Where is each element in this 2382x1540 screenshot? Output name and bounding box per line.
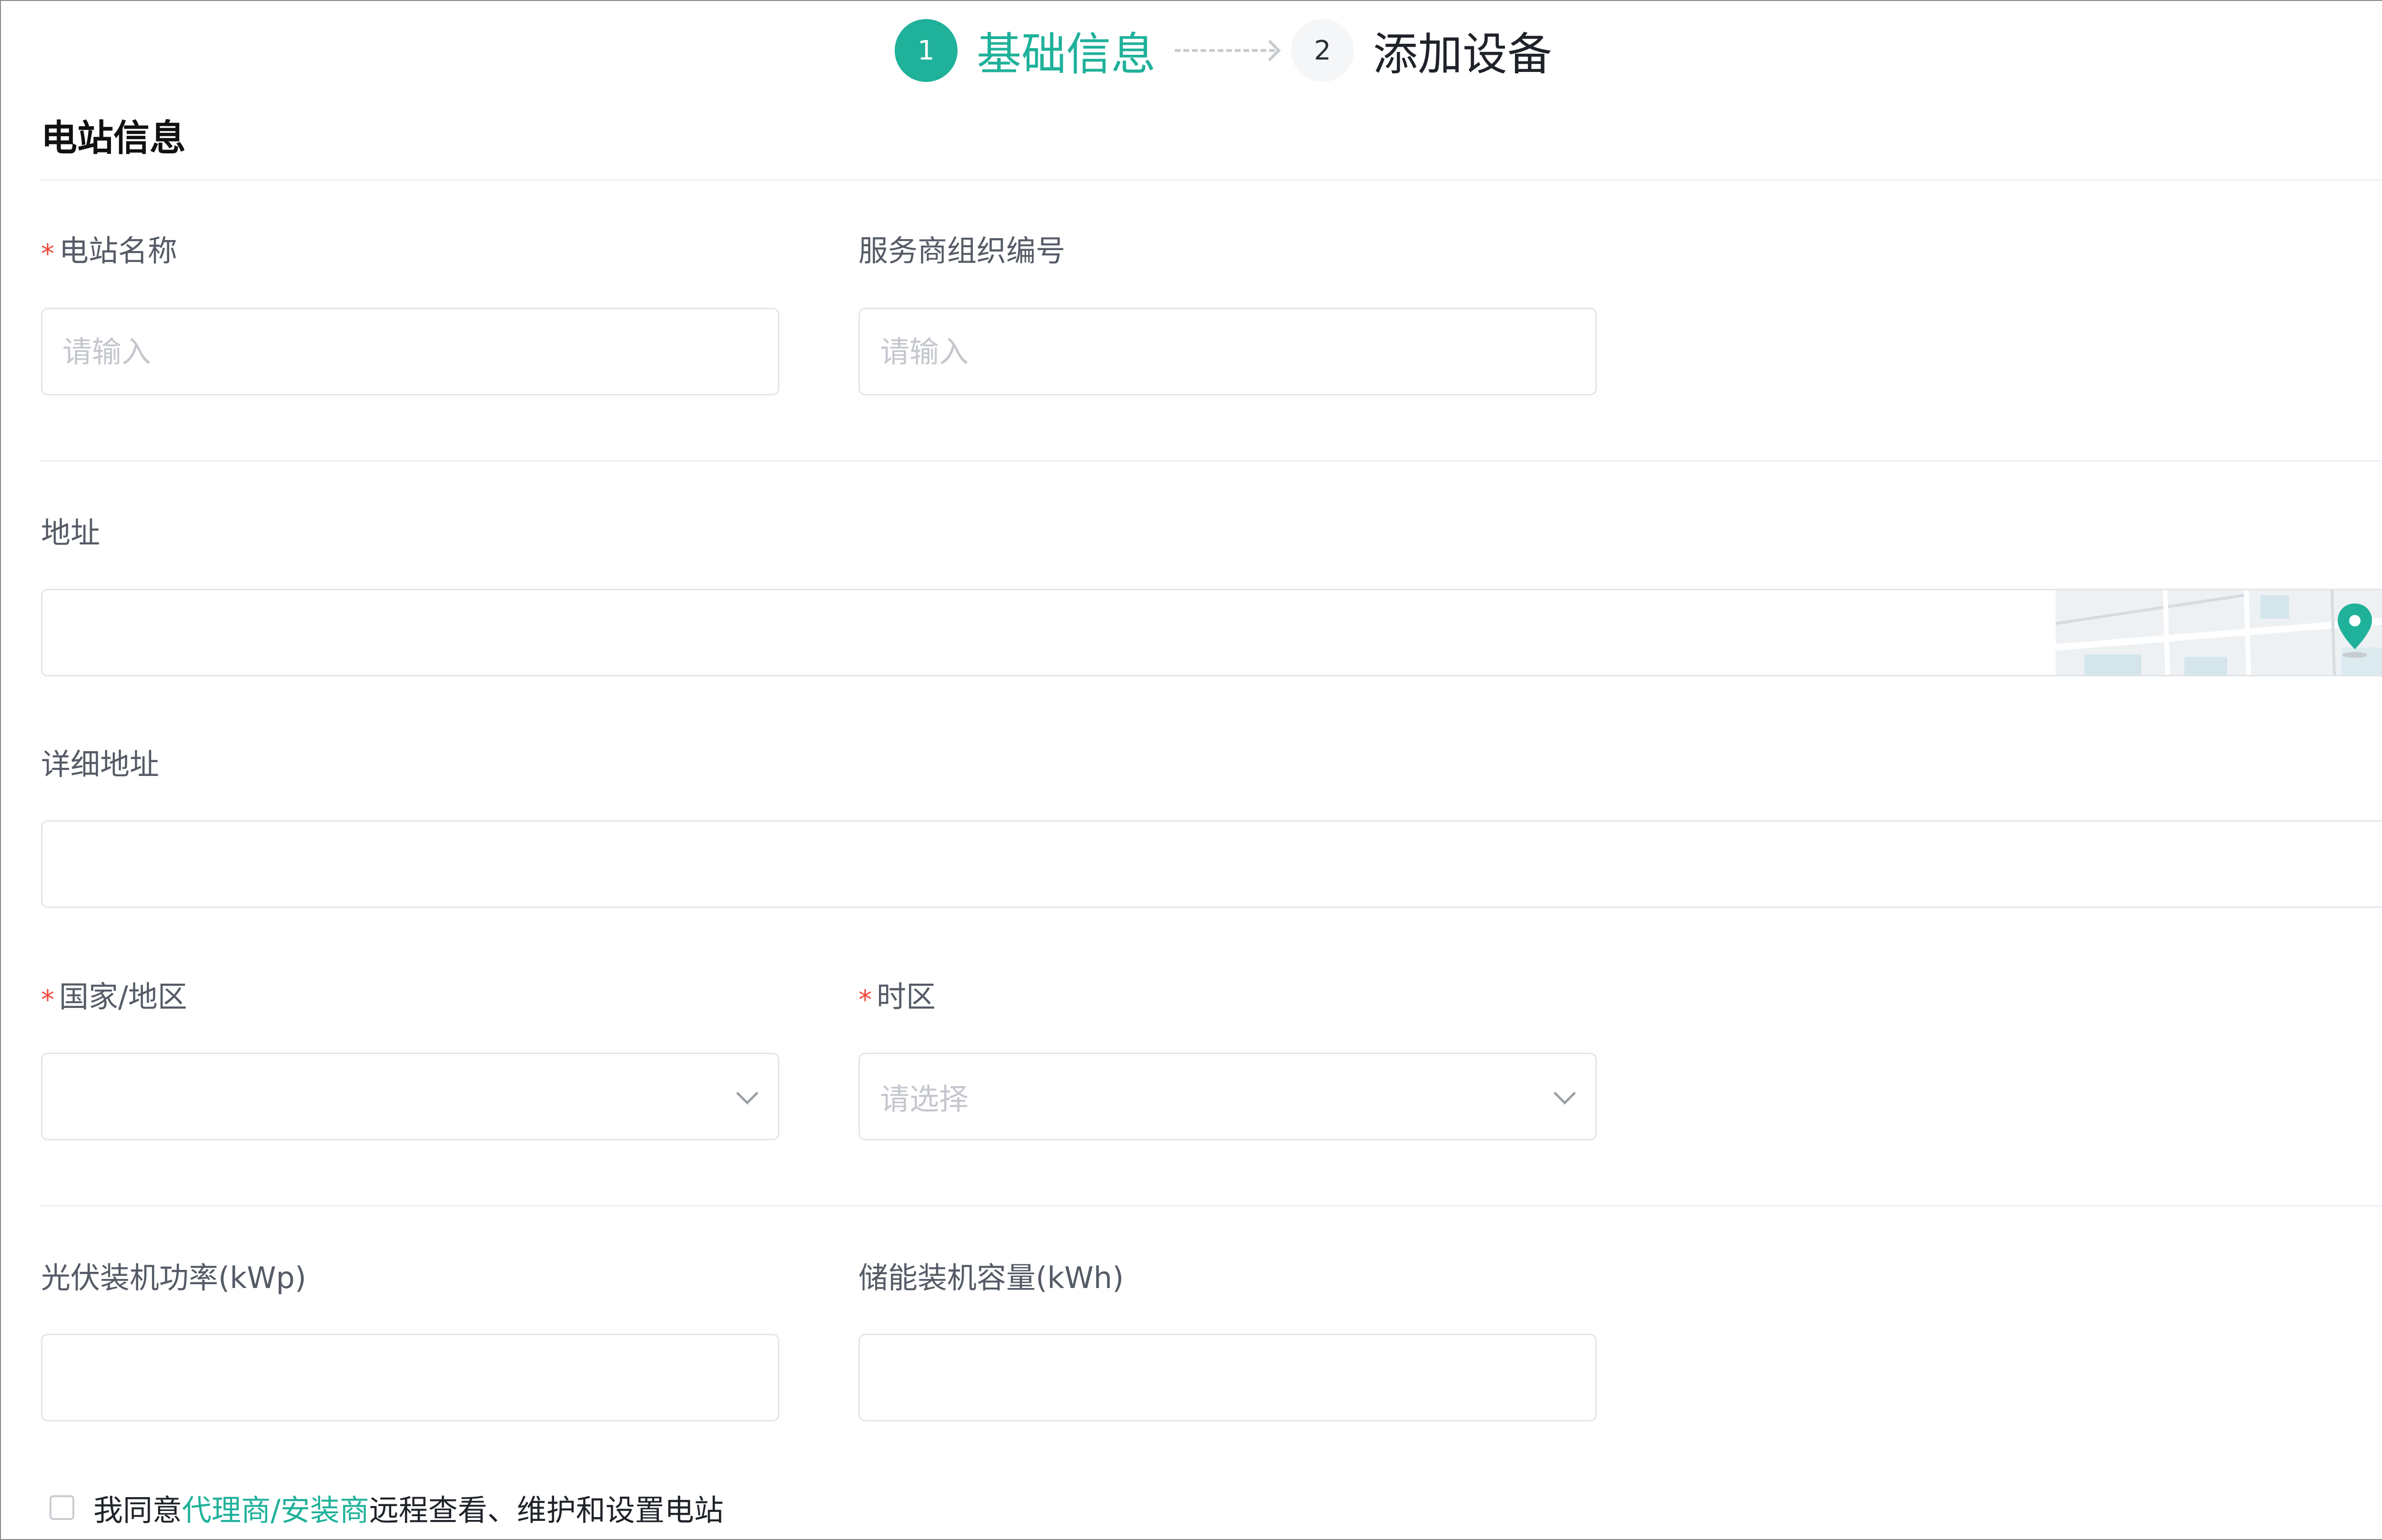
storage-capacity-input[interactable]	[858, 1334, 1597, 1421]
agreement-suffix: 远程查看、维护和设置电站	[369, 1493, 724, 1528]
step-arrow-icon	[1175, 49, 1275, 52]
chevron-down-icon	[1554, 1082, 1576, 1105]
page-frame: 1 基础信息 2 添加设备 电站信息 *电站名称 服务商组织编号 地址	[0, 0, 2382, 1540]
divider	[41, 1205, 2382, 1207]
detail-address-label: 详细地址	[41, 747, 160, 782]
required-mark: *	[41, 239, 54, 270]
country-region-label: * 国家/地区	[41, 979, 187, 1016]
steps-indicator: 1 基础信息 2 添加设备	[895, 18, 1552, 83]
map-preview[interactable]	[2056, 590, 2382, 675]
step-1-circle: 1	[895, 19, 958, 82]
agreement-checkbox[interactable]	[50, 1495, 74, 1520]
section-divider	[41, 179, 2382, 181]
chevron-down-icon	[736, 1082, 758, 1105]
agent-installer-link[interactable]: 代理商/安装商	[182, 1486, 369, 1529]
divider	[41, 460, 2382, 462]
step-2-label: 添加设备	[1373, 29, 1553, 81]
map-thumbnail	[2056, 590, 2382, 675]
step-1-label: 基础信息	[977, 29, 1156, 81]
timezone-label: * 时区	[858, 979, 936, 1016]
detail-address-input[interactable]	[41, 820, 2382, 908]
address-input[interactable]	[41, 589, 2382, 676]
timezone-select[interactable]: 请选择	[858, 1053, 1597, 1140]
agreement-prefix: 我同意	[93, 1493, 182, 1528]
section-title: 电站信息	[41, 117, 186, 159]
service-org-no-label: 服务商组织编号	[858, 233, 1066, 268]
required-mark: *	[858, 985, 872, 1016]
required-mark: *	[41, 985, 54, 1016]
pv-capacity-label: 光伏装机功率(kWp)	[41, 1260, 306, 1295]
station-name-input[interactable]	[41, 308, 779, 395]
pv-capacity-input[interactable]	[41, 1334, 779, 1421]
timezone-placeholder: 请选择	[880, 1082, 969, 1117]
agreement-row: 我同意 代理商/安装商 远程查看、维护和设置电站	[50, 1486, 724, 1529]
address-label: 地址	[41, 515, 101, 550]
service-org-no-input[interactable]	[858, 308, 1597, 395]
step-2-circle: 2	[1291, 19, 1354, 82]
storage-capacity-label: 储能装机容量(kWh)	[858, 1260, 1124, 1295]
station-name-label: * 电站名称	[41, 233, 178, 270]
country-region-select[interactable]	[41, 1053, 779, 1140]
location-pin-icon[interactable]	[2336, 602, 2374, 659]
